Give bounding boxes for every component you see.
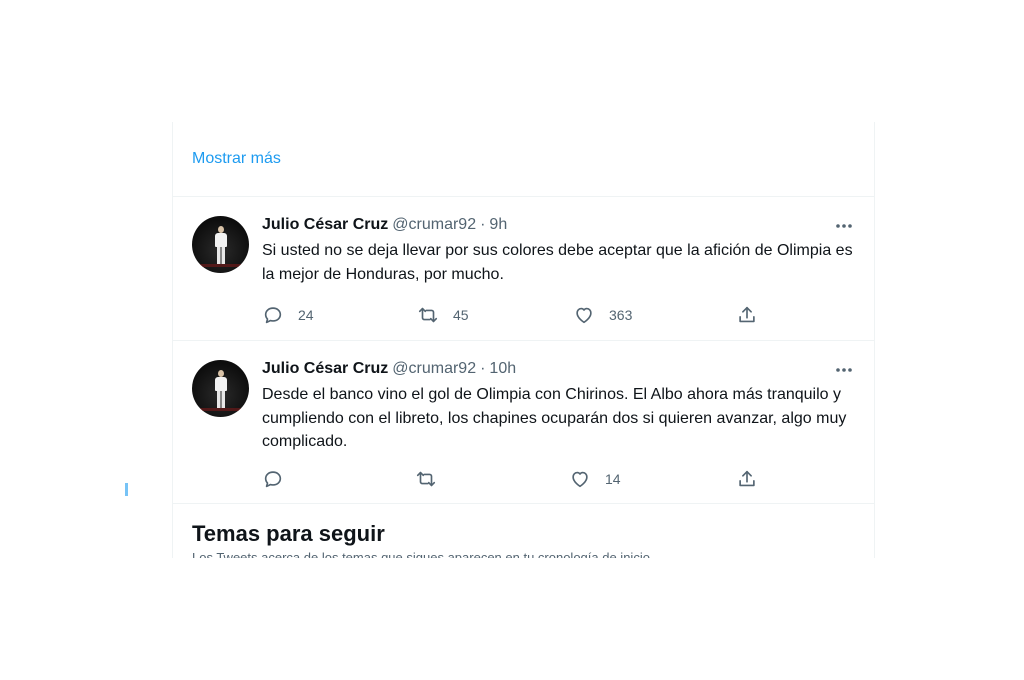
separator: · (480, 216, 486, 233)
tweet[interactable]: Julio César Cruz @crumar92 · 9h Si usted… (173, 197, 874, 341)
share-button[interactable] (736, 304, 758, 326)
retweet-button[interactable] (415, 468, 451, 490)
like-count: 363 (609, 307, 633, 323)
share-button[interactable] (736, 468, 758, 490)
reply-button[interactable] (262, 468, 298, 490)
author-name[interactable]: Julio César Cruz (262, 216, 388, 234)
retweet-count: 45 (453, 307, 469, 323)
author-handle[interactable]: @crumar92 (392, 216, 476, 234)
tweet-text: Si usted no se deja llevar por sus color… (262, 242, 853, 283)
tweet-time[interactable]: 10h (489, 360, 516, 378)
page: Mostrar más Julio César Cruz @crumar92 · (0, 0, 1024, 680)
like-button[interactable]: 14 (569, 468, 621, 490)
more-options-icon[interactable] (833, 219, 855, 233)
retweet-icon (418, 307, 438, 323)
tweet[interactable]: Julio César Cruz @crumar92 · 10h Desde e… (173, 341, 874, 504)
like-icon (576, 307, 592, 324)
like-icon (572, 471, 588, 488)
retweet-button[interactable]: 45 (417, 304, 469, 326)
author-name[interactable]: Julio César Cruz (262, 360, 388, 378)
topics-title: Temas para seguir (192, 521, 385, 546)
topics-section: Temas para seguir Los Tweets acerca de l… (173, 504, 874, 558)
tweet-time[interactable]: 9h (489, 216, 507, 234)
reply-icon (264, 471, 282, 488)
share-icon (739, 470, 755, 487)
tweet-header: Julio César Cruz @crumar92 · 10h (262, 358, 855, 380)
show-more-link[interactable]: Mostrar más (173, 122, 874, 197)
timeline: Mostrar más Julio César Cruz @crumar92 · (172, 122, 875, 558)
like-count: 14 (605, 471, 621, 487)
avatar[interactable] (192, 360, 249, 417)
avatar[interactable] (192, 216, 249, 273)
like-button[interactable]: 363 (573, 304, 632, 326)
edge-accent (125, 483, 128, 496)
topics-subtitle: Los Tweets acerca de los temas que sigue… (192, 550, 654, 558)
reply-button[interactable]: 24 (262, 304, 314, 326)
separator: · (480, 360, 486, 377)
tweet-text: Desde el banco vino el gol de Olimpia co… (262, 386, 847, 450)
reply-count: 24 (298, 307, 314, 323)
reply-icon (264, 307, 282, 324)
author-handle[interactable]: @crumar92 (392, 360, 476, 378)
retweet-icon (416, 471, 436, 487)
share-icon (739, 306, 755, 323)
tweet-header: Julio César Cruz @crumar92 · 9h (262, 214, 855, 236)
more-options-icon[interactable] (833, 363, 855, 377)
